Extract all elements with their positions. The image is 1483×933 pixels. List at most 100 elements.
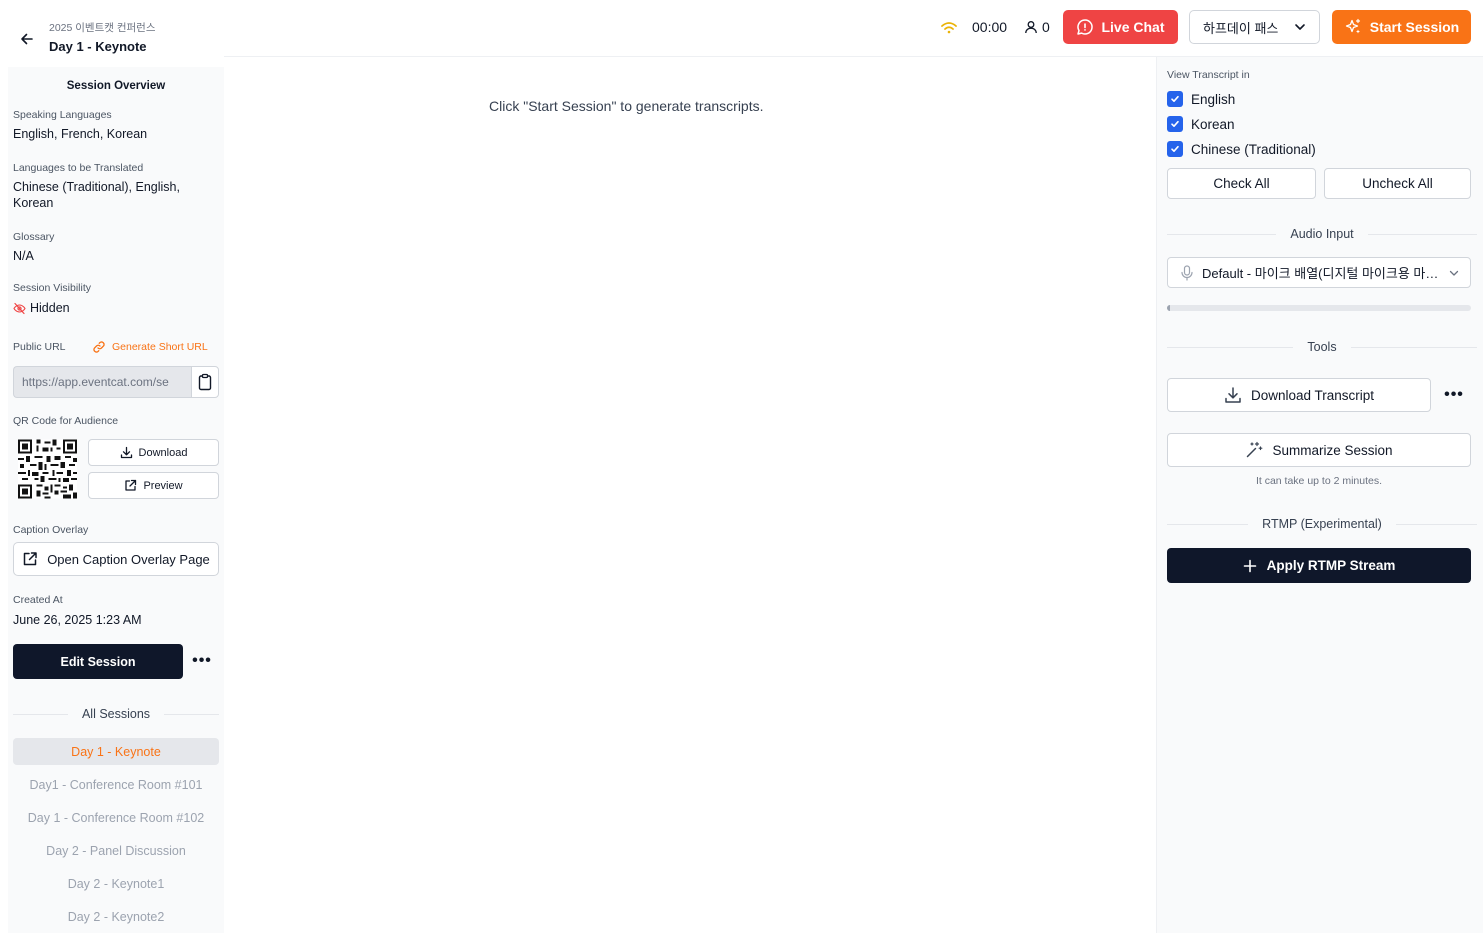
language-checkbox-label: Korean xyxy=(1191,116,1235,132)
checkbox-checked-icon xyxy=(1167,116,1183,132)
microphone-icon xyxy=(1181,264,1193,281)
audio-level-meter xyxy=(1167,305,1471,311)
audience-count: 0 xyxy=(1042,19,1050,35)
qr-download-label: Download xyxy=(138,446,188,459)
language-checkbox-english[interactable]: English xyxy=(1167,91,1235,107)
glossary-label: Glossary xyxy=(13,231,55,243)
qr-preview-button[interactable]: Preview xyxy=(88,472,219,499)
all-sessions-divider: All Sessions xyxy=(13,707,219,721)
qr-code-image xyxy=(18,439,77,499)
session-item[interactable]: Day 2 - Keynote1 xyxy=(13,870,219,897)
sparkles-icon xyxy=(1345,18,1360,34)
rtmp-label: RTMP (Experimental) xyxy=(1262,517,1382,531)
visibility-value: Hidden xyxy=(13,300,213,316)
glossary-value: N/A xyxy=(13,249,34,263)
checkbox-checked-icon xyxy=(1167,91,1183,107)
language-checkbox-label: English xyxy=(1191,91,1236,107)
session-item[interactable]: Day1 - Conference Room #101 xyxy=(13,771,219,798)
summarize-session-label: Summarize Session xyxy=(1272,442,1393,458)
session-overview-sidebar: Session Overview Speaking Languages Engl… xyxy=(8,67,224,933)
visibility-label: Session Visibility xyxy=(13,282,92,294)
pass-select-value: 하프데이 패스 xyxy=(1203,20,1279,36)
summarize-note: It can take up to 2 minutes. xyxy=(1255,475,1383,487)
audio-input-divider: Audio Input xyxy=(1167,227,1477,241)
audio-input-label: Audio Input xyxy=(1290,227,1354,241)
session-timer: 00:00 xyxy=(972,19,1008,35)
pass-select[interactable]: 하프데이 패스 xyxy=(1189,10,1320,44)
public-url-field[interactable]: https://app.eventcat.com/se xyxy=(13,366,191,398)
start-session-label: Start Session xyxy=(1369,19,1460,35)
sidebar-title: Session Overview xyxy=(66,80,166,92)
generate-short-url-label: Generate Short URL xyxy=(112,341,208,353)
generate-short-url-link[interactable]: Generate Short URL xyxy=(92,340,208,354)
transcript-empty-hint: Click "Start Session" to generate transc… xyxy=(489,98,764,114)
clipboard-icon xyxy=(198,373,212,391)
language-checkbox-korean[interactable]: Korean xyxy=(1167,116,1235,132)
external-link-icon xyxy=(125,479,137,491)
start-session-button[interactable]: Start Session xyxy=(1332,10,1471,44)
apply-rtmp-stream-button[interactable]: Apply RTMP Stream xyxy=(1167,548,1471,583)
qr-preview-label: Preview xyxy=(143,479,183,492)
arrow-left-icon xyxy=(21,33,33,45)
session-title: Day 1 - Keynote xyxy=(49,39,147,54)
created-at-value: June 26, 2025 1:23 AM xyxy=(13,613,142,627)
check-all-button[interactable]: Check All xyxy=(1167,168,1316,199)
translated-languages-value: Chinese (Traditional), English, Korean xyxy=(13,180,180,210)
session-item[interactable]: Day 1 - Conference Room #102 xyxy=(13,804,219,831)
external-link-icon xyxy=(23,552,37,566)
download-icon xyxy=(120,446,132,459)
speaking-languages-label: Speaking Languages xyxy=(13,109,112,121)
chevron-down-icon xyxy=(1295,24,1305,30)
copy-url-button[interactable] xyxy=(191,366,219,398)
checkbox-checked-icon xyxy=(1167,141,1183,157)
language-checkbox-chinese-traditional[interactable]: Chinese (Traditional) xyxy=(1167,141,1316,157)
translated-languages-label: Languages to be Translated xyxy=(13,162,144,174)
all-sessions-label: All Sessions xyxy=(81,707,151,721)
wifi-icon xyxy=(941,22,957,34)
session-item[interactable]: Day 2 - Keynote2 xyxy=(13,903,219,930)
download-transcript-button[interactable]: Download Transcript xyxy=(1167,378,1431,412)
open-caption-overlay-label: Open Caption Overlay Page xyxy=(47,551,210,567)
tools-label: Tools xyxy=(1307,340,1337,354)
caption-overlay-label: Caption Overlay xyxy=(13,524,89,536)
open-caption-overlay-button[interactable]: Open Caption Overlay Page xyxy=(13,542,219,576)
speaking-languages-value: English, French, Korean xyxy=(13,127,148,141)
rtmp-divider: RTMP (Experimental) xyxy=(1167,517,1477,531)
chevron-down-icon xyxy=(1449,270,1459,276)
live-chat-button[interactable]: Live Chat xyxy=(1063,10,1178,44)
audience-counter: 0 xyxy=(1024,10,1050,44)
link-icon xyxy=(93,341,105,353)
qr-code-label: QR Code for Audience xyxy=(13,415,119,427)
session-more-button[interactable]: ••• xyxy=(188,648,216,674)
created-at-label: Created At xyxy=(13,594,63,606)
uncheck-all-button[interactable]: Uncheck All xyxy=(1324,168,1471,199)
audio-input-select[interactable]: Default - 마이크 배열(디지털 마이크용 마이크 어레이) xyxy=(1167,257,1471,288)
live-chat-label: Live Chat xyxy=(1101,19,1165,35)
magic-wand-icon xyxy=(1247,441,1263,458)
public-url-label: Public URL xyxy=(13,341,66,353)
user-icon xyxy=(1025,21,1037,34)
qr-download-button[interactable]: Download xyxy=(88,439,219,466)
download-icon xyxy=(1225,387,1241,403)
plus-icon xyxy=(1243,559,1256,572)
chat-icon xyxy=(1077,19,1094,35)
session-header: 2025 이벤트캣 컨퍼런스 Day 1 - Keynote xyxy=(0,0,224,66)
view-transcript-label: View Transcript in xyxy=(1167,69,1250,81)
event-name: 2025 이벤트캣 컨퍼런스 xyxy=(49,22,156,34)
session-item[interactable]: Day 2 - Panel Discussion xyxy=(13,837,219,864)
summarize-session-button[interactable]: Summarize Session xyxy=(1167,433,1471,467)
audio-level-fill xyxy=(1167,305,1171,311)
connection-status xyxy=(940,10,960,44)
audio-input-value: Default - 마이크 배열(디지털 마이크용 마이크 어레이) xyxy=(1202,266,1440,281)
back-button[interactable] xyxy=(17,29,37,49)
eye-off-icon xyxy=(13,302,26,314)
apply-rtmp-stream-label: Apply RTMP Stream xyxy=(1266,558,1396,573)
controls-panel: View Transcript in English Korean Chines… xyxy=(1156,57,1483,933)
edit-session-button[interactable]: Edit Session xyxy=(13,644,183,679)
tools-more-button[interactable]: ••• xyxy=(1439,382,1469,408)
download-transcript-label: Download Transcript xyxy=(1250,387,1375,403)
tools-divider: Tools xyxy=(1167,340,1477,354)
language-checkbox-label: Chinese (Traditional) xyxy=(1191,141,1316,157)
session-item[interactable]: Day 1 - Keynote xyxy=(13,738,219,765)
visibility-text: Hidden xyxy=(30,301,70,315)
